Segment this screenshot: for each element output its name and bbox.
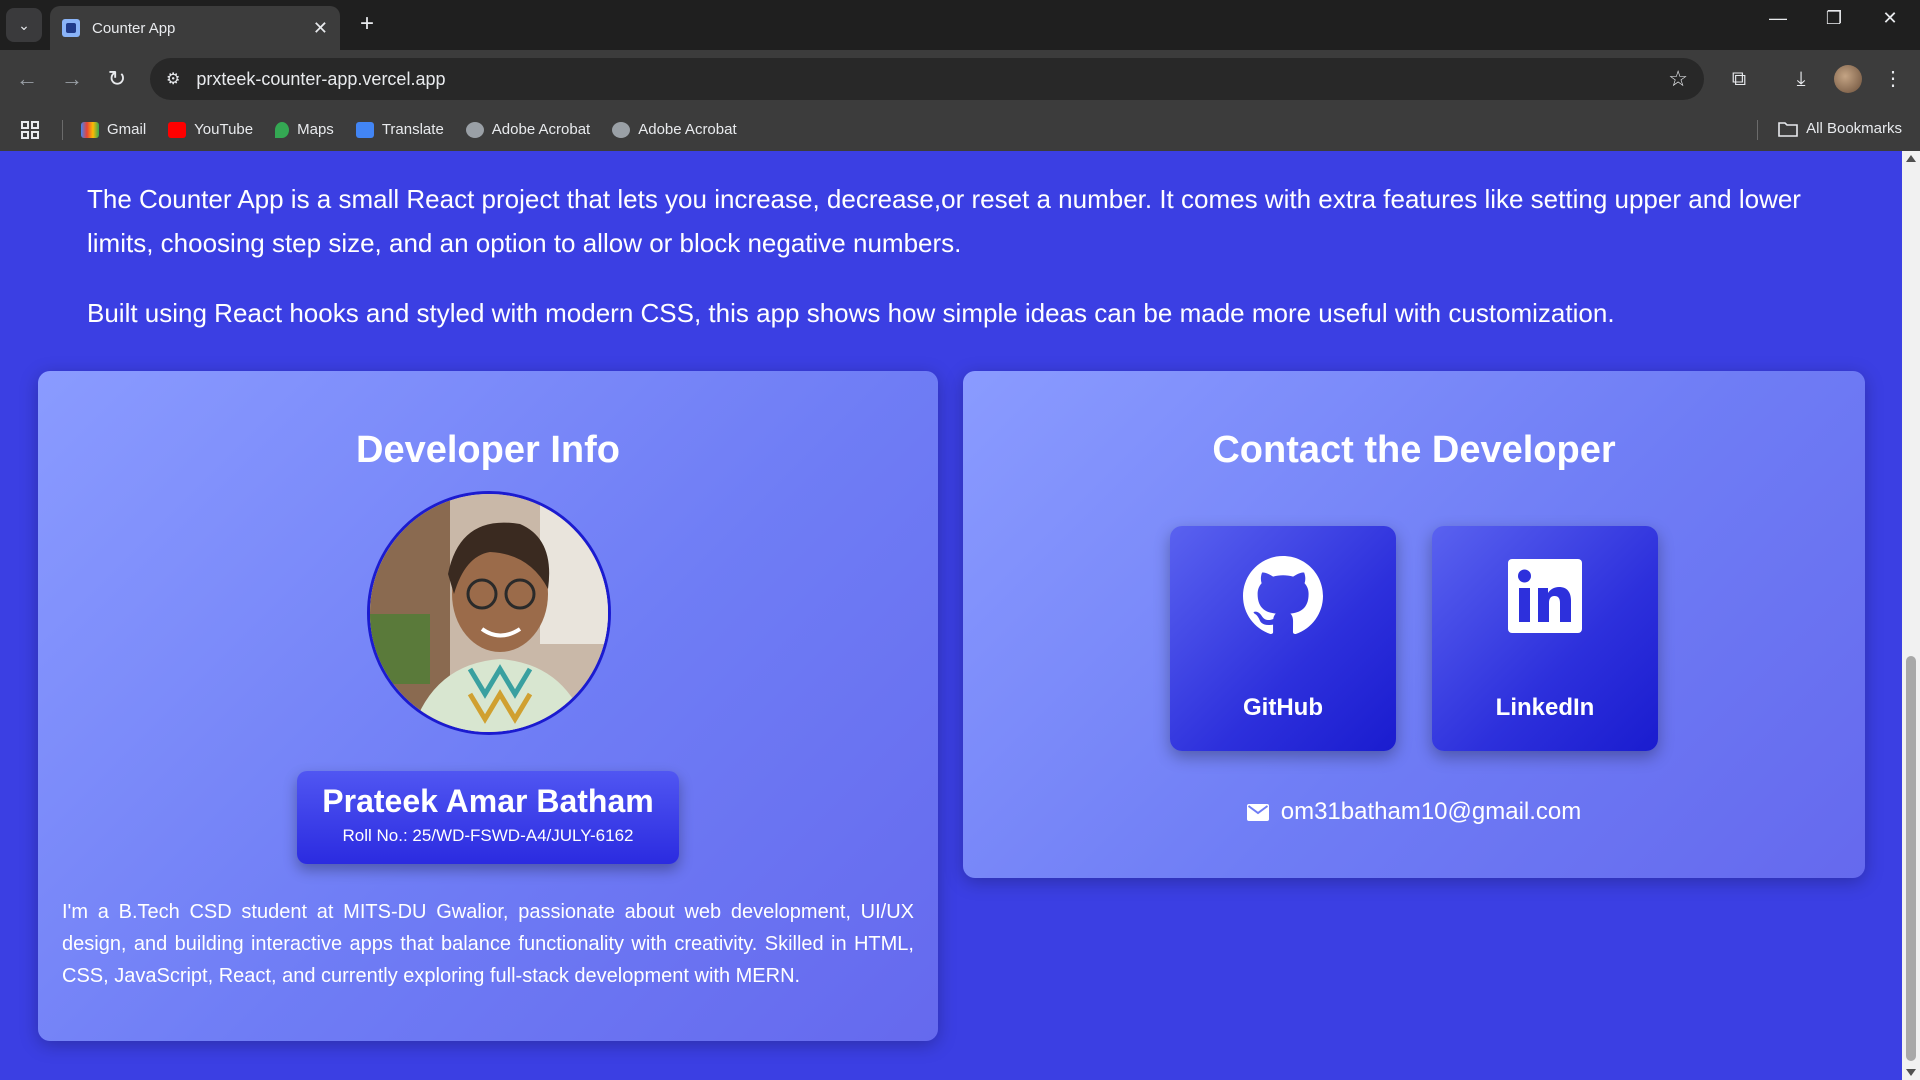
- restore-icon[interactable]: ❐: [1814, 8, 1854, 29]
- close-tab-icon[interactable]: ✕: [313, 18, 328, 39]
- developer-name-badge: Prateek Amar Batham Roll No.: 25/WD-FSWD…: [297, 771, 679, 864]
- developer-roll-number: Roll No.: 25/WD-FSWD-A4/JULY-6162: [342, 826, 634, 845]
- scroll-down-icon[interactable]: [1906, 1069, 1916, 1076]
- site-info-icon[interactable]: ⚙: [166, 69, 180, 89]
- back-arrow-icon[interactable]: ←: [12, 64, 42, 94]
- developer-info-heading: Developer Info: [356, 429, 620, 471]
- download-icon[interactable]: ⤓: [1786, 64, 1816, 94]
- tab-counter-app[interactable]: Counter App ✕: [50, 6, 340, 50]
- globe-icon: [465, 121, 484, 138]
- bookmark-gmail[interactable]: Gmail: [81, 121, 146, 138]
- browser-toolbar: ← → ↻ ⚙ prxteek-counter-app.vercel.app ☆…: [0, 50, 1920, 108]
- new-tab-button[interactable]: +: [352, 10, 382, 40]
- scrollbar-thumb[interactable]: [1906, 656, 1916, 1061]
- github-label: GitHub: [1243, 694, 1323, 721]
- email-link[interactable]: om31batham10@gmail.com: [963, 798, 1865, 826]
- email-address: om31batham10@gmail.com: [1280, 798, 1582, 825]
- mail-icon: [1246, 803, 1269, 821]
- github-icon: [1243, 556, 1323, 635]
- profile-avatar[interactable]: [1834, 65, 1862, 93]
- about-paragraph-2: Built using React hooks and styled with …: [87, 298, 1615, 328]
- folder-icon: [1778, 121, 1798, 137]
- bookmark-adobe-acrobat-2[interactable]: Adobe Acrobat: [612, 121, 737, 138]
- extensions-icon[interactable]: ⧉: [1724, 64, 1754, 94]
- developer-info-card: Developer Info Prateek Amar Batham Roll …: [38, 371, 938, 1041]
- all-bookmarks-button[interactable]: All Bookmarks: [1778, 120, 1902, 137]
- linkedin-button[interactable]: LinkedIn: [1432, 526, 1658, 751]
- linkedin-icon: [1508, 559, 1582, 633]
- tab-title: Counter App: [92, 19, 176, 37]
- bookmark-label: Adobe Acrobat: [491, 121, 591, 138]
- linkedin-label: LinkedIn: [1495, 694, 1595, 721]
- bookmark-youtube[interactable]: YouTube: [168, 121, 253, 138]
- bookmark-label: Maps: [297, 121, 334, 138]
- bookmark-translate[interactable]: Translate: [355, 121, 444, 138]
- maps-icon: [275, 121, 290, 138]
- browser-chrome: ⌄ Counter App ✕ + — ❐ ✕ ← → ↻ ⚙ prxteek-…: [0, 0, 1920, 151]
- globe-icon: [612, 121, 631, 138]
- menu-kebab-icon[interactable]: ⋮: [1878, 64, 1908, 94]
- scroll-up-icon[interactable]: [1906, 155, 1916, 162]
- about-section: The Counter App is a small React project…: [87, 177, 1827, 335]
- apps-grid-icon[interactable]: [20, 120, 40, 140]
- page-favicon-icon: [62, 19, 80, 37]
- youtube-icon: [168, 121, 187, 138]
- tab-strip: ⌄ Counter App ✕ + — ❐ ✕: [0, 0, 1920, 50]
- tab-search-button[interactable]: ⌄: [6, 8, 42, 42]
- address-bar[interactable]: ⚙ prxteek-counter-app.vercel.app ☆: [150, 58, 1704, 100]
- bookmark-label: Gmail: [107, 121, 147, 138]
- bookmarks-divider: [1757, 120, 1758, 140]
- all-bookmarks-label: All Bookmarks: [1806, 120, 1902, 137]
- developer-photo: [367, 491, 611, 735]
- about-paragraph-1: The Counter App is a small React project…: [87, 184, 1801, 258]
- bookmarks-bar: Gmail YouTube Maps Translate Adobe Acrob…: [0, 108, 1920, 151]
- bookmark-label: YouTube: [194, 121, 254, 138]
- gmail-icon: [81, 121, 99, 138]
- page-viewport: The Counter App is a small React project…: [0, 151, 1920, 1080]
- bookmarks-divider: [62, 119, 63, 140]
- bookmark-label: Adobe Acrobat: [638, 121, 737, 138]
- bookmark-label: Translate: [381, 121, 444, 138]
- bookmark-maps[interactable]: Maps: [275, 121, 334, 138]
- forward-arrow-icon[interactable]: →: [57, 64, 87, 94]
- contact-card: Contact the Developer GitHub LinkedIn om…: [963, 371, 1865, 878]
- bookmark-adobe-acrobat-1[interactable]: Adobe Acrobat: [465, 121, 591, 138]
- close-window-icon[interactable]: ✕: [1870, 8, 1910, 29]
- bookmark-star-icon[interactable]: ☆: [1668, 66, 1688, 92]
- vertical-scrollbar[interactable]: [1902, 151, 1920, 1080]
- github-button[interactable]: GitHub: [1170, 526, 1396, 751]
- developer-name: Prateek Amar Batham: [322, 783, 654, 819]
- contact-heading: Contact the Developer: [1212, 429, 1616, 471]
- url-text[interactable]: prxteek-counter-app.vercel.app: [196, 69, 1668, 90]
- developer-bio: I'm a B.Tech CSD student at MITS-DU Gwal…: [62, 901, 914, 987]
- minimize-icon[interactable]: —: [1758, 8, 1798, 29]
- reload-icon[interactable]: ↻: [102, 64, 132, 94]
- translate-icon: [355, 121, 374, 138]
